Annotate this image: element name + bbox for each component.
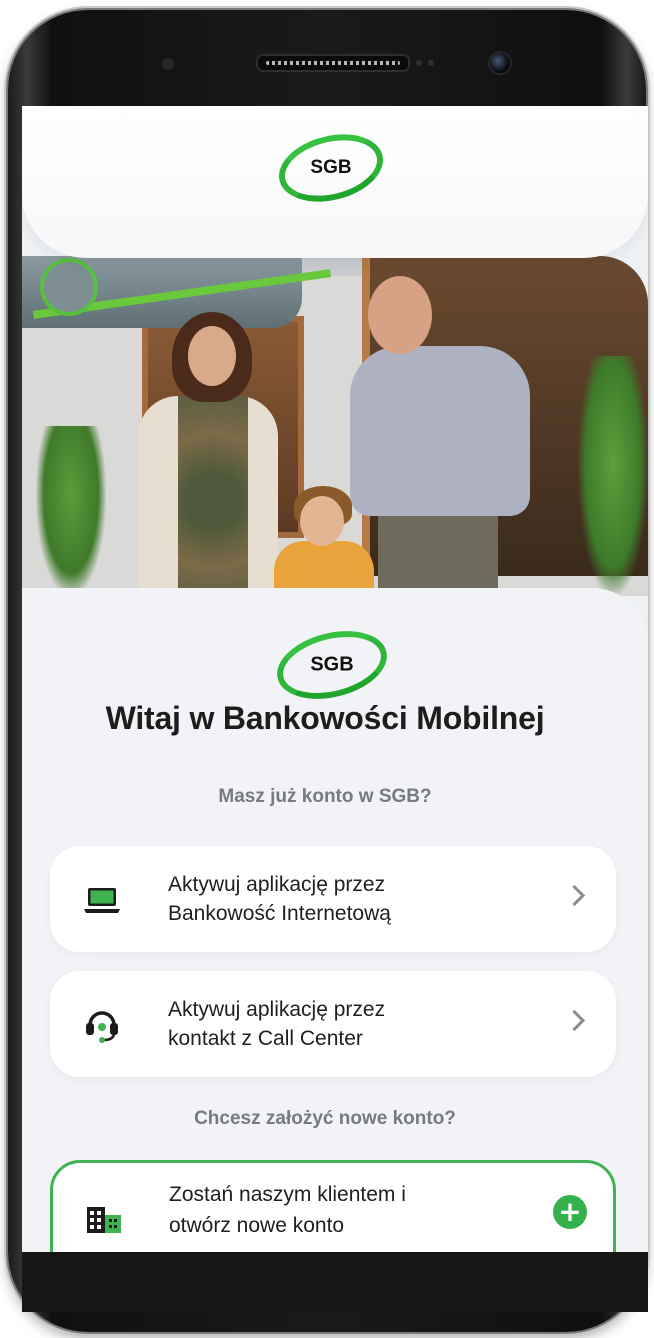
welcome-title: Witaj w Bankowości Mobilnej <box>105 700 545 736</box>
sgb-logo: SGB <box>271 124 391 212</box>
front-camera <box>490 53 510 73</box>
option-label: Aktywuj aplikację przez Bankowość Intern… <box>168 873 391 925</box>
existing-account-label: Masz już konto w SGB? <box>218 786 432 807</box>
sgb-logo: SGB <box>269 620 395 710</box>
chevron-right-icon <box>563 1009 586 1032</box>
logo-text: SGB <box>310 157 352 178</box>
new-account-label: Chcesz założyć nowe konto? <box>194 1108 456 1129</box>
sensor-dot <box>428 60 434 66</box>
headset-icon <box>86 1011 118 1043</box>
building-icon <box>87 1207 121 1233</box>
activate-internet-banking-button[interactable]: Aktywuj aplikację przez Bankowość Intern… <box>50 846 616 952</box>
app-screen: SGB SGB Witaj w Bankowości Mobilnej Masz… <box>22 106 648 1252</box>
open-new-account-button[interactable]: Zostań naszym klientem i otwórz nowe kon… <box>50 1160 616 1252</box>
chevron-right-icon <box>563 884 586 907</box>
activate-call-center-button[interactable]: Aktywuj aplikację przez kontakt z Call C… <box>50 971 616 1077</box>
welcome-panel: SGB Witaj w Bankowości Mobilnej Masz już… <box>22 588 648 1252</box>
proximity-sensor <box>162 58 174 70</box>
plus-icon[interactable]: + <box>553 1195 587 1229</box>
option-label: Aktywuj aplikację przez kontakt z Call C… <box>168 998 386 1050</box>
option-label: Zostań naszym klientem i otwórz nowe kon… <box>169 1183 406 1237</box>
laptop-icon <box>84 888 120 913</box>
logo-text: SGB <box>310 653 354 676</box>
sensor-dot <box>416 60 422 66</box>
app-header: SGB <box>22 106 648 258</box>
earpiece-speaker <box>256 54 410 72</box>
hero-photo <box>22 256 648 596</box>
bottom-bezel <box>22 1252 648 1312</box>
